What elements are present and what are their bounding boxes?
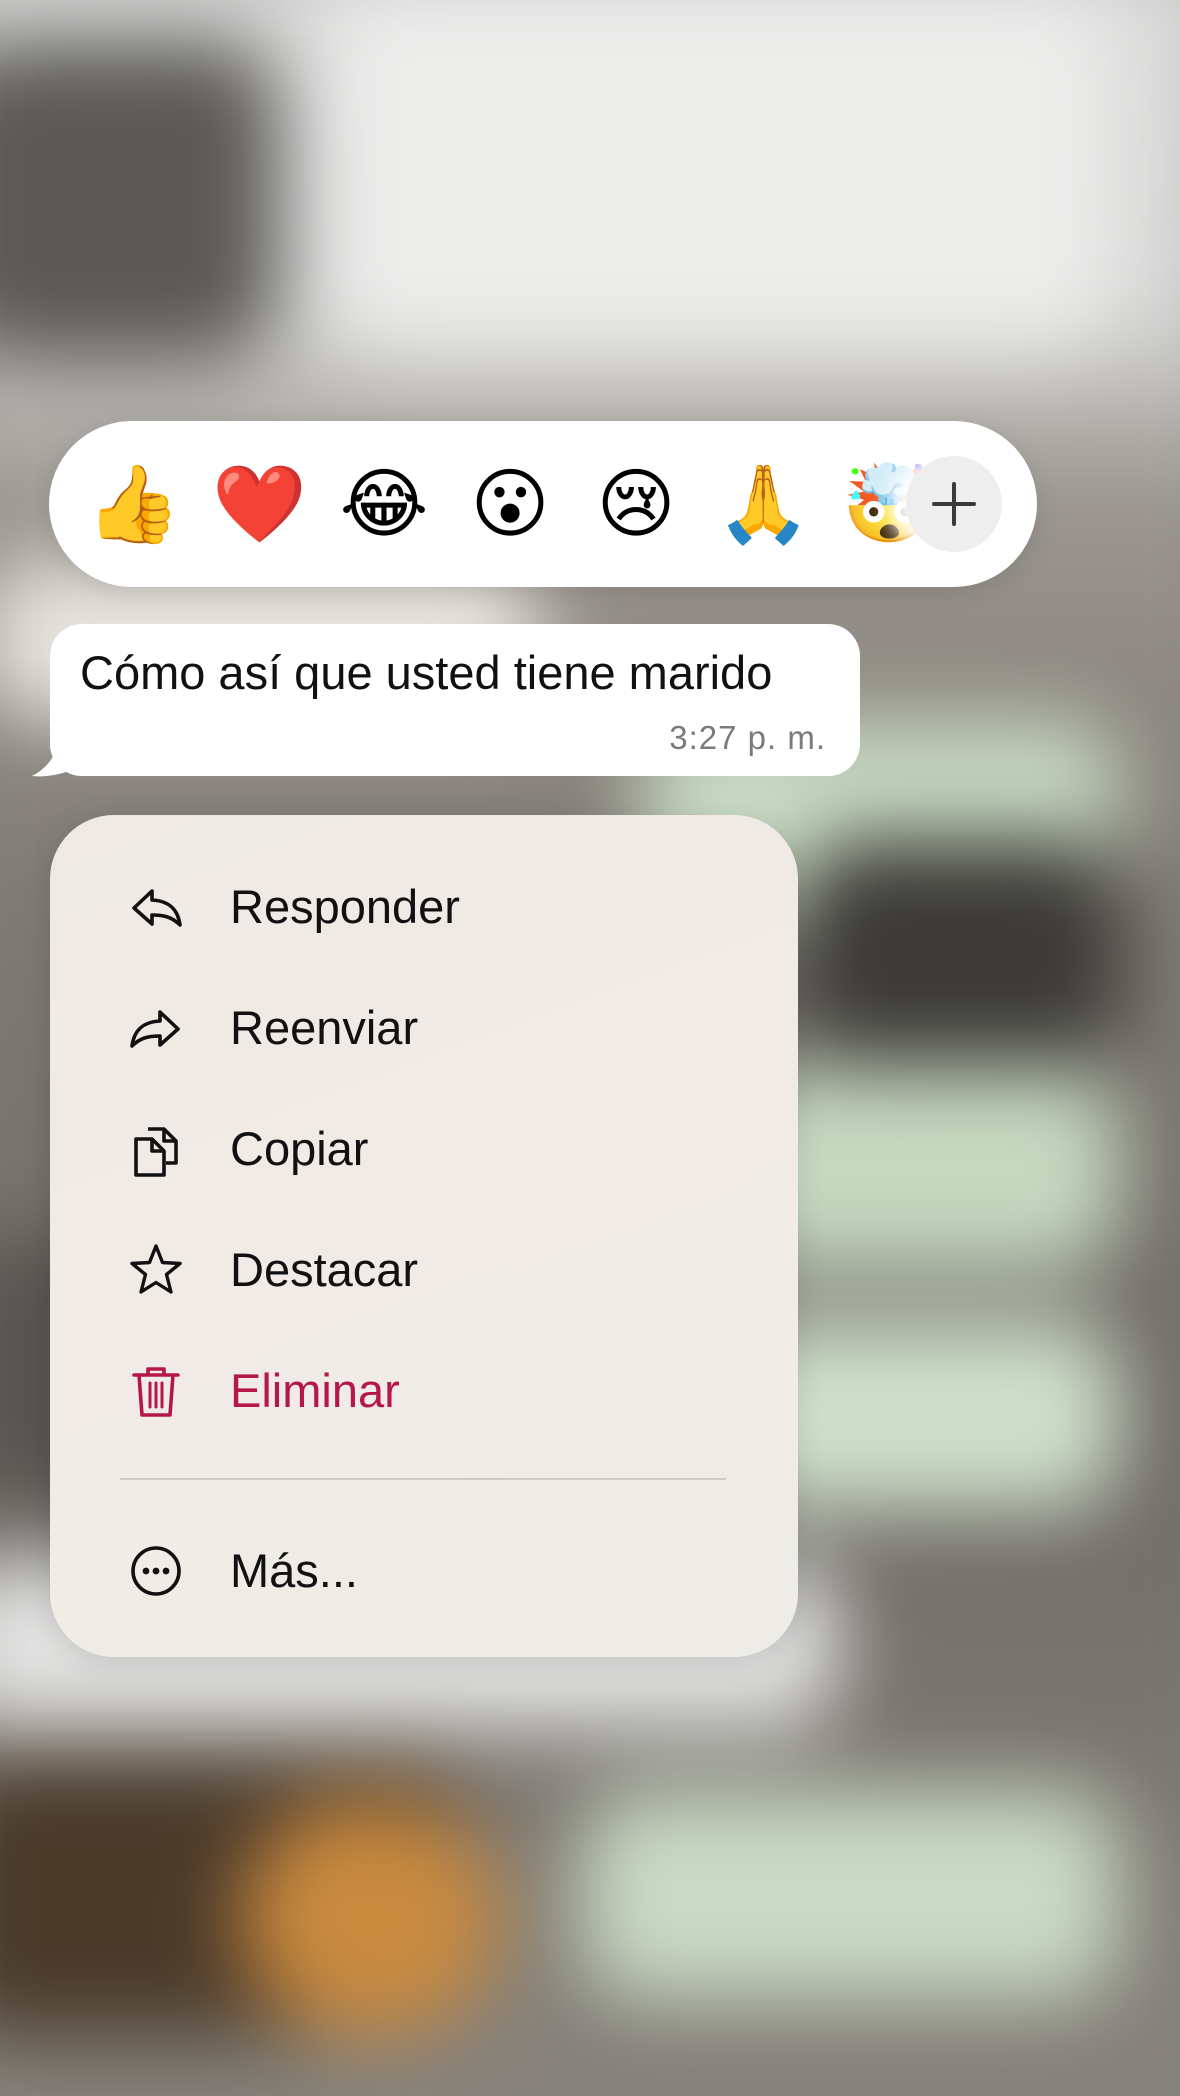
reaction-open-mouth[interactable]: 😮	[464, 458, 556, 550]
menu-item-copy[interactable]: Copiar	[50, 1094, 798, 1204]
reaction-bar: 👍 ❤️ 😂 😮 😢 🙏 🤯	[49, 421, 1037, 587]
menu-item-more[interactable]: Más...	[50, 1516, 798, 1626]
menu-item-delete[interactable]: Eliminar	[50, 1336, 798, 1446]
message-timestamp: 3:27 p. m.	[669, 719, 826, 756]
copy-icon	[134, 1127, 178, 1177]
menu-item-reply[interactable]: Responder	[50, 852, 798, 962]
add-reaction-button[interactable]	[906, 456, 1002, 552]
trash-icon	[132, 1367, 180, 1417]
menu-item-star[interactable]: Destacar	[50, 1215, 798, 1325]
context-menu: Responder Reenviar Copiar Destacar Elimi…	[50, 815, 798, 1657]
menu-item-label: Más...	[230, 1544, 358, 1597]
menu-item-label: Reenviar	[230, 1001, 419, 1054]
reaction-thumbs-up[interactable]: 👍	[86, 458, 181, 550]
more-icon	[131, 1546, 181, 1596]
star-icon	[130, 1244, 182, 1294]
menu-divider	[120, 1478, 726, 1480]
reaction-crying-face[interactable]: 😢	[590, 458, 682, 550]
menu-item-forward[interactable]: Reenviar	[50, 973, 798, 1083]
reaction-tears-of-joy[interactable]: 😂	[338, 458, 430, 550]
reaction-folded-hands[interactable]: 🙏	[716, 458, 811, 550]
menu-item-label: Responder	[230, 880, 460, 933]
reply-icon	[132, 889, 182, 927]
menu-item-label: Destacar	[230, 1243, 419, 1296]
message-text: Cómo así que usted tiene marido	[80, 646, 773, 699]
menu-item-label: Copiar	[230, 1122, 369, 1175]
menu-item-label: Eliminar	[230, 1364, 400, 1417]
forward-icon	[130, 1010, 180, 1048]
reaction-red-heart[interactable]: ❤️	[212, 458, 307, 550]
plus-icon	[932, 482, 976, 526]
